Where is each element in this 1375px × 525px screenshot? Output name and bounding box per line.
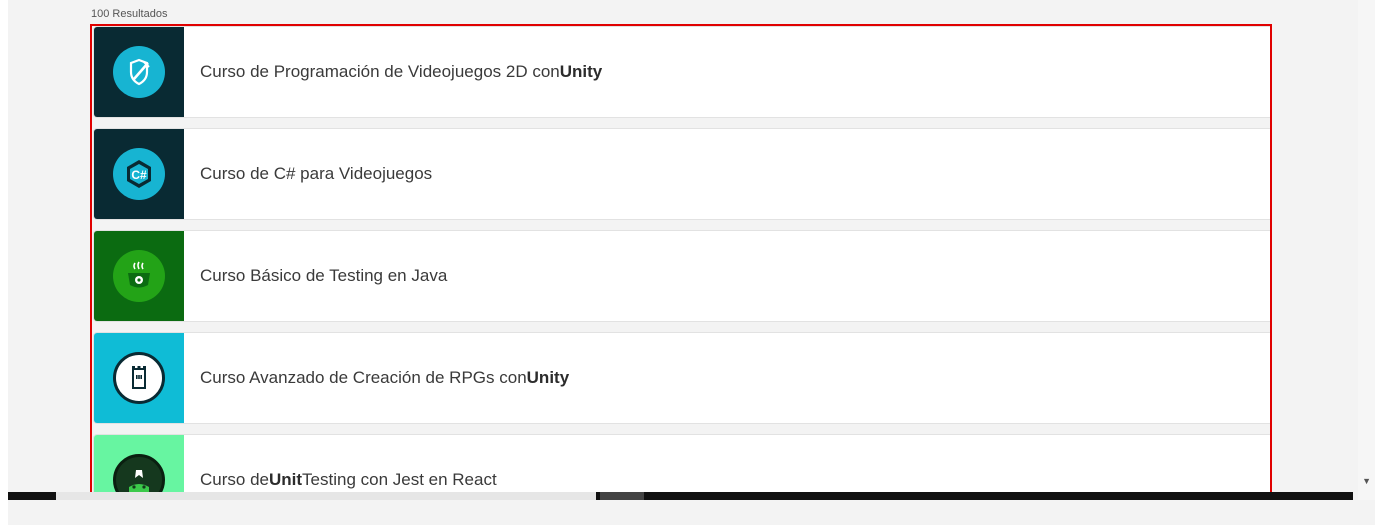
taskbar-segment [56, 492, 596, 500]
course-title[interactable]: Curso Avanzado de Creación de RPGs con U… [200, 333, 569, 423]
page-left-edge [0, 0, 8, 525]
scroll-down-arrow-icon[interactable]: ▼ [1362, 476, 1371, 486]
coffee-cup-gear-icon [113, 250, 165, 302]
course-title[interactable]: Curso de Programación de Videojuegos 2D … [200, 27, 602, 117]
course-title[interactable]: Curso Básico de Testing en Java [200, 231, 447, 321]
course-card[interactable]: Curso de Unit Testing con Jest en React [93, 434, 1270, 494]
page-scrollbar[interactable]: ▼ [1358, 0, 1375, 500]
course-badge [94, 333, 184, 423]
results-list-highlight: Curso de Programación de Videojuegos 2D … [90, 24, 1272, 496]
course-title[interactable]: Curso de C# para Videojuegos [200, 129, 432, 219]
taskbar-strip [8, 492, 1353, 500]
course-badge [94, 435, 184, 494]
svg-text:C#: C# [131, 168, 147, 182]
taskbar-segment [600, 492, 644, 500]
jest-crown-icon [113, 454, 165, 494]
course-card[interactable]: Curso Básico de Testing en Java [93, 230, 1270, 322]
castle-tower-icon [113, 352, 165, 404]
results-count: 100 Resultados [91, 8, 168, 20]
course-title[interactable]: Curso de Unit Testing con Jest en React [200, 435, 497, 494]
course-card[interactable]: Curso de Programación de Videojuegos 2D … [93, 26, 1270, 118]
course-card[interactable]: C# Curso de C# para Videojuegos [93, 128, 1270, 220]
course-badge: C# [94, 129, 184, 219]
shield-sword-icon [113, 46, 165, 98]
csharp-hexagon-icon: C# [113, 148, 165, 200]
course-card[interactable]: Curso Avanzado de Creación de RPGs con U… [93, 332, 1270, 424]
course-badge [94, 27, 184, 117]
course-badge [94, 231, 184, 321]
